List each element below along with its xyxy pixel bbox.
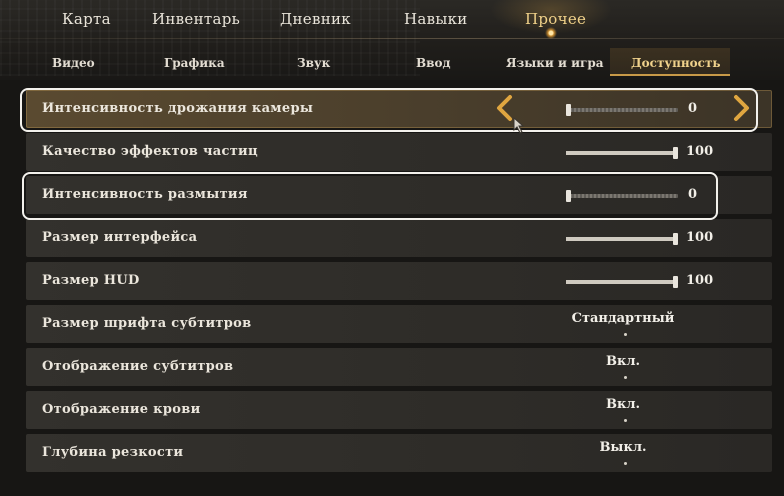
tab-other[interactable]: Прочее — [525, 10, 586, 28]
slider-track[interactable] — [566, 233, 678, 245]
tab-inventory[interactable]: Инвентарь — [152, 10, 240, 28]
option-indicator-icon — [624, 462, 627, 465]
sub-tab-accessibility[interactable]: Доступность — [631, 56, 721, 70]
setting-row-particle-quality[interactable]: Качество эффектов частиц 100 — [26, 133, 772, 171]
option-indicator-icon — [624, 419, 627, 422]
setting-value: Вкл. — [605, 354, 641, 369]
sub-tab-language-game[interactable]: Языки и игра — [506, 56, 604, 70]
tab-skills[interactable]: Навыки — [404, 10, 468, 28]
setting-row-hud-size[interactable]: Размер HUD 100 — [26, 262, 772, 300]
tab-divider — [0, 38, 784, 39]
tab-journal[interactable]: Дневник — [280, 10, 351, 28]
setting-label: Глубина резкости — [42, 445, 184, 460]
slider-track[interactable] — [566, 276, 678, 288]
setting-row-blood-display[interactable]: Отображение крови Вкл. — [26, 391, 772, 429]
setting-label: Размер HUD — [42, 273, 140, 288]
setting-label: Размер интерфейса — [42, 230, 198, 245]
setting-value: Выкл. — [599, 440, 647, 455]
setting-label: Размер шрифта субтитров — [42, 316, 252, 331]
tab-map[interactable]: Карта — [62, 10, 111, 28]
option-indicator-icon — [624, 376, 627, 379]
slider-fill — [566, 280, 678, 284]
setting-value: 100 — [686, 230, 714, 245]
sub-tab-video[interactable]: Видео — [52, 56, 95, 70]
slider-fill — [566, 237, 678, 241]
setting-label: Качество эффектов частиц — [42, 144, 258, 159]
mouse-cursor-icon — [513, 116, 525, 134]
setting-label: Отображение субтитров — [42, 359, 234, 374]
setting-value: Вкл. — [605, 397, 641, 412]
sub-tab-graphics[interactable]: Графика — [164, 56, 225, 70]
setting-row-depth-of-field[interactable]: Глубина резкости Выкл. — [26, 434, 772, 472]
highlight-outline-blur-intensity — [22, 172, 718, 220]
setting-value: 100 — [686, 144, 714, 159]
highlight-outline-camera-shake — [20, 88, 758, 132]
option-indicator-icon — [624, 333, 627, 336]
slider-fill — [566, 151, 678, 155]
sub-tab-sound[interactable]: Звук — [297, 56, 330, 70]
slider-handle[interactable] — [673, 276, 678, 288]
slider-handle[interactable] — [673, 147, 678, 159]
setting-row-subtitle-display[interactable]: Отображение субтитров Вкл. — [26, 348, 772, 386]
setting-label: Отображение крови — [42, 402, 201, 417]
main-tab-bar: Карта Инвентарь Дневник Навыки Прочее — [0, 0, 784, 40]
slider-track[interactable] — [566, 147, 678, 159]
slider-handle[interactable] — [673, 233, 678, 245]
sub-tab-input[interactable]: Ввод — [416, 56, 450, 70]
setting-row-ui-size[interactable]: Размер интерфейса 100 — [26, 219, 772, 257]
setting-value: Стандартный — [571, 311, 675, 326]
setting-row-subtitle-font-size[interactable]: Размер шрифта субтитров Стандартный — [26, 305, 772, 343]
setting-value: 100 — [686, 273, 714, 288]
